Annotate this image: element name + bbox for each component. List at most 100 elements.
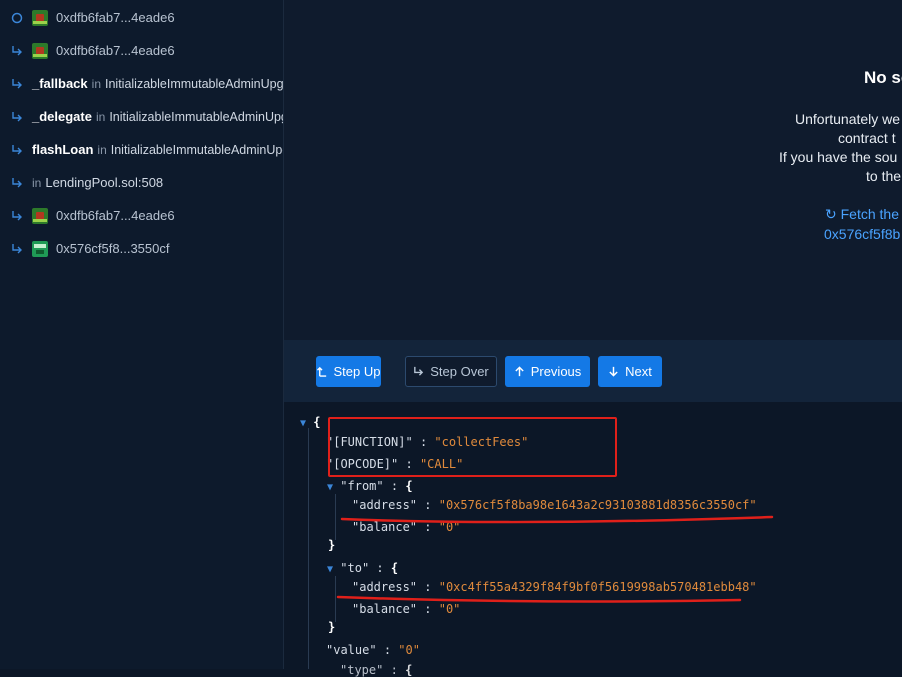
contract-name: InitializableImmutableAdminUpg (110, 142, 283, 157)
trace-item-fallback[interactable]: _fallback in InitializableImmutableAdmin… (0, 67, 283, 100)
previous-label: Previous (530, 364, 582, 379)
json-colon: : (424, 498, 432, 512)
json-from-balance-entry: "balance" : "0" (352, 520, 460, 534)
step-over-button[interactable]: Step Over (405, 356, 497, 387)
json-open-brace: { (313, 415, 321, 429)
trace-item-root[interactable]: 0xdfb6fab7...4eade6 (0, 1, 283, 34)
arrow-up-icon (515, 366, 524, 377)
indent-guide (335, 576, 336, 622)
json-close-brace: } (328, 538, 336, 552)
json-string-value: "0" (438, 602, 461, 616)
json-colon: : (390, 479, 399, 493)
json-colon: : (390, 663, 398, 677)
address-avatar (32, 240, 48, 257)
json-key: "balance" (352, 520, 418, 534)
json-key: "type" (340, 663, 384, 677)
json-key: "to" (340, 561, 370, 575)
json-colon: : (424, 520, 432, 534)
json-value-entry: "value" : "0" (326, 643, 420, 657)
source-panel (284, 0, 902, 340)
debugger-toolbar: Step Up Step Over Previous Next (284, 340, 902, 402)
contract-name: InitializableImmutableAdminUpg (105, 76, 283, 91)
source-file-ref: LendingPool.sol:508 (45, 175, 164, 190)
json-colon: : (424, 602, 432, 616)
fetch-source-link[interactable]: ↻ Fetch the (825, 206, 899, 223)
refresh-icon: ↻ (825, 206, 837, 222)
step-over-icon (414, 366, 424, 376)
step-over-label: Step Over (430, 364, 489, 379)
json-open-brace: { (390, 561, 399, 575)
json-to-balance-entry: "balance" : "0" (352, 602, 460, 616)
trace-address: 0xdfb6fab7...4eade6 (56, 208, 175, 223)
json-string-value: "0x576cf5f8ba98e1643a2c93103881d8356c355… (438, 498, 757, 512)
return-arrow-icon (10, 44, 24, 58)
no-source-title: No sc (864, 68, 902, 87)
address-avatar (32, 42, 48, 59)
json-key: "value" (326, 643, 377, 657)
address-avatar (32, 9, 48, 26)
next-label: Next (625, 364, 652, 379)
json-to-address-entry: "address" : "0xc4ff55a4329f84f9bf0f56199… (352, 580, 757, 594)
trace-item-source-line[interactable]: in LendingPool.sol:508 (0, 166, 283, 199)
fetch-source-address[interactable]: 0x576cf5f8b (824, 226, 900, 242)
json-key: "balance" (352, 602, 418, 616)
json-next-entry-partial: "type" : { (340, 663, 412, 677)
call-trace-sidebar: 0xdfb6fab7...4eade6 0xdfb6fab7...4eade6 … (0, 0, 284, 669)
arrow-down-icon (609, 366, 618, 377)
in-label: in (95, 109, 106, 124)
json-to-close: } (328, 620, 335, 634)
no-source-message: If you have the sou (779, 149, 898, 165)
caret-down-icon: ▼ (300, 418, 307, 429)
trace-address: 0xdfb6fab7...4eade6 (56, 10, 175, 25)
return-arrow-icon (10, 176, 24, 190)
json-from-close: } (328, 538, 335, 552)
annotation-highlight-box (328, 417, 617, 477)
return-arrow-icon (10, 209, 24, 223)
indent-guide (308, 428, 309, 669)
function-name: _fallback (32, 76, 88, 91)
no-source-message: contract t (838, 130, 896, 146)
trace-item-flashloan[interactable]: flashLoan in InitializableImmutableAdmin… (0, 133, 283, 166)
json-colon: : (383, 643, 392, 657)
next-button[interactable]: Next (598, 356, 662, 387)
address-avatar (32, 207, 48, 224)
trace-item-call[interactable]: 0x576cf5f8...3550cf (0, 232, 283, 265)
indent-guide (335, 494, 336, 540)
json-open-brace: { (405, 663, 413, 677)
json-key: "address" (352, 498, 418, 512)
json-key: "from" (340, 479, 384, 493)
json-colon: : (424, 580, 432, 594)
no-source-message: Unfortunately we (795, 111, 901, 127)
in-label: in (32, 175, 42, 190)
step-up-label: Step Up (333, 364, 381, 379)
return-arrow-icon (10, 242, 24, 256)
function-name: _delegate (32, 109, 92, 124)
return-arrow-icon (10, 110, 24, 124)
caret-down-icon: ▼ (327, 482, 334, 493)
step-up-button[interactable]: Step Up (316, 356, 381, 387)
json-from-toggle[interactable]: ▼ "from" : { (327, 479, 413, 493)
function-name: flashLoan (32, 142, 94, 157)
trace-item-delegate[interactable]: _delegate in InitializableImmutableAdmin… (0, 100, 283, 133)
previous-button[interactable]: Previous (505, 356, 590, 387)
json-to-toggle[interactable]: ▼ "to" : { (327, 561, 398, 575)
trace-address: 0xdfb6fab7...4eade6 (56, 43, 175, 58)
return-arrow-icon (10, 77, 24, 91)
in-label: in (91, 76, 101, 91)
no-source-message: to the (866, 168, 902, 184)
json-key: "address" (352, 580, 418, 594)
json-root-toggle[interactable]: ▼ { (300, 415, 321, 429)
fetch-source-label: Fetch the (840, 206, 899, 222)
step-up-icon (316, 366, 326, 377)
trace-item-call[interactable]: 0xdfb6fab7...4eade6 (0, 34, 283, 67)
json-from-address-entry: "address" : "0x576cf5f8ba98e1643a2c93103… (352, 498, 757, 512)
json-colon: : (376, 561, 384, 575)
json-string-value: "0" (438, 520, 461, 534)
json-open-brace: { (405, 479, 413, 493)
trace-item-call[interactable]: 0xdfb6fab7...4eade6 (0, 199, 283, 232)
json-string-value: "0xc4ff55a4329f84f9bf0f5619998ab570481eb… (438, 580, 757, 594)
contract-name: InitializableImmutableAdminUpg (109, 109, 283, 124)
trace-address: 0x576cf5f8...3550cf (56, 241, 170, 256)
json-string-value: "0" (398, 643, 420, 657)
caret-down-icon: ▼ (327, 564, 334, 575)
